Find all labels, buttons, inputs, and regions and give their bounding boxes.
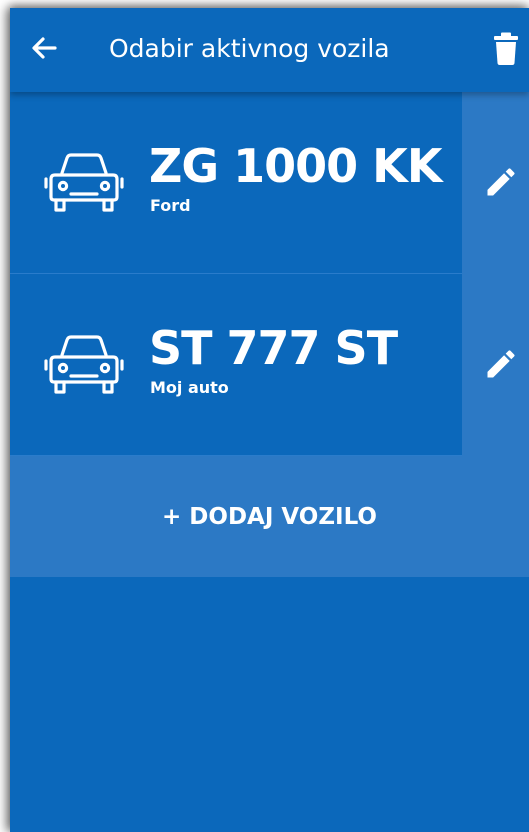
add-vehicle-button[interactable]: + DODAJ VOZILO bbox=[10, 456, 529, 577]
car-icon bbox=[44, 335, 124, 394]
arrow-left-icon[interactable] bbox=[28, 32, 60, 64]
edit-vehicle-button[interactable] bbox=[462, 92, 529, 274]
trash-icon[interactable] bbox=[492, 32, 520, 66]
vehicle-row[interactable]: ZG 1000 KK Ford bbox=[10, 92, 529, 274]
vehicle-name: Moj auto bbox=[150, 378, 229, 397]
add-vehicle-label: + DODAJ VOZILO bbox=[162, 504, 377, 530]
vehicle-plate: ST 777 ST bbox=[149, 321, 398, 375]
pencil-icon bbox=[487, 350, 515, 378]
app-bar: Odabir aktivnog vozila bbox=[10, 8, 529, 92]
vehicle-row[interactable]: ST 777 ST Moj auto bbox=[10, 274, 529, 456]
edit-vehicle-button[interactable] bbox=[462, 274, 529, 456]
car-icon bbox=[44, 153, 124, 212]
app-screen: Odabir aktivnog vozila ZG 1000 KK Ford S… bbox=[10, 8, 529, 832]
vehicle-list: ZG 1000 KK Ford ST 777 ST Moj auto bbox=[10, 92, 529, 456]
pencil-icon bbox=[487, 168, 515, 196]
vehicle-plate: ZG 1000 KK bbox=[149, 139, 442, 193]
vehicle-name: Ford bbox=[150, 196, 191, 215]
page-title: Odabir aktivnog vozila bbox=[109, 34, 390, 63]
